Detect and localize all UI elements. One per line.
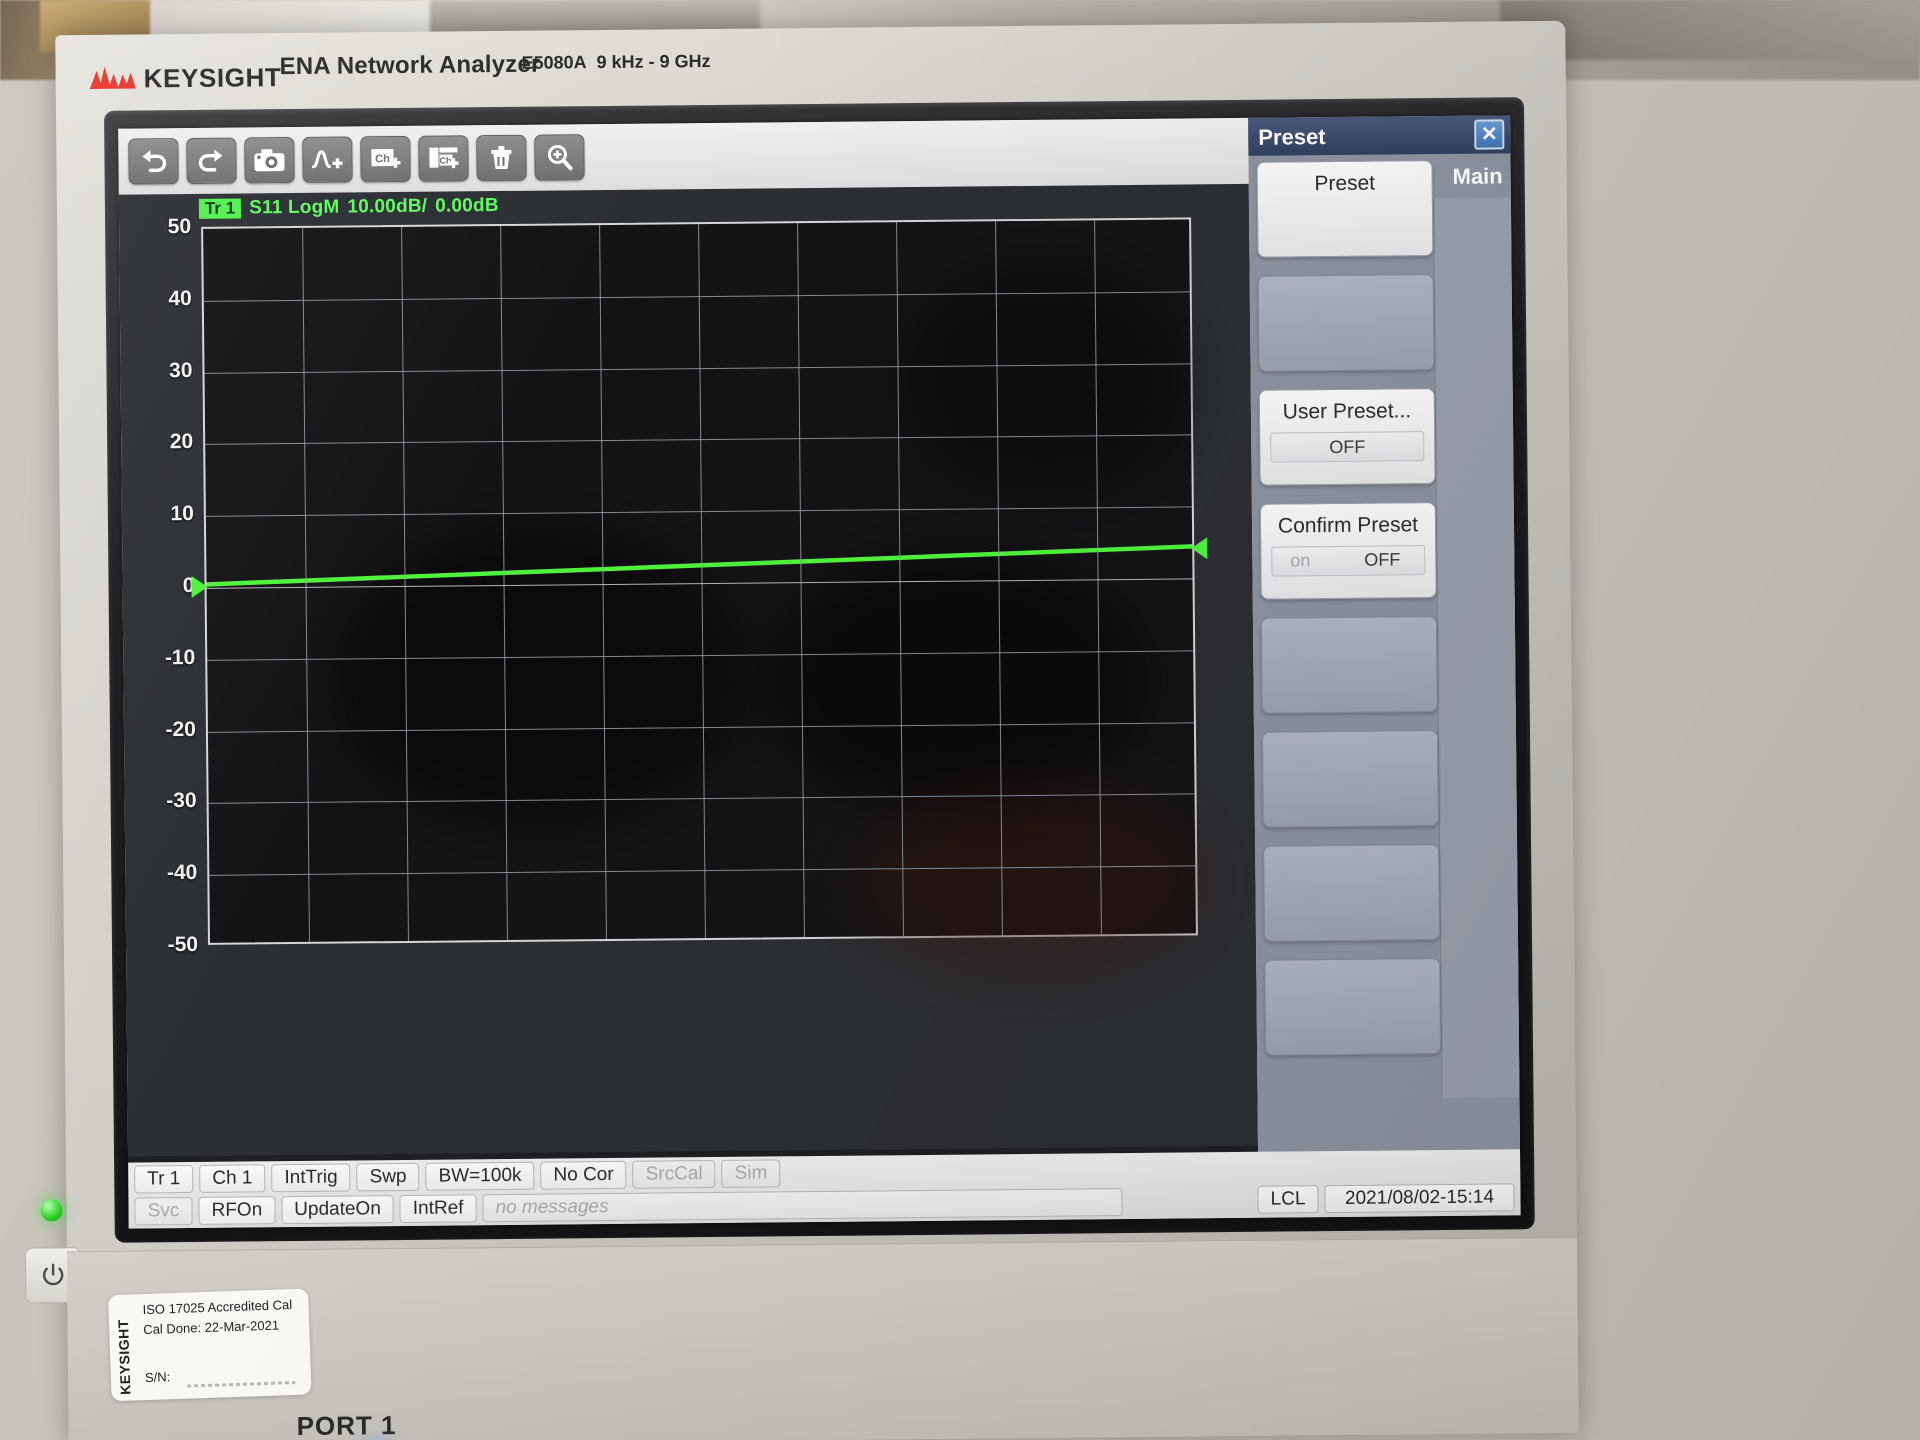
sticker-brand: KEYSIGHT: [114, 1318, 134, 1396]
status-chip-bw-100k[interactable]: BW=100k: [425, 1161, 535, 1191]
datetime-indicator[interactable]: 2021/08/02-15:14: [1324, 1183, 1515, 1214]
add-channel-button[interactable]: Ch: [360, 135, 411, 183]
softkey-label: User Preset...: [1282, 399, 1412, 424]
sticker-line-2: Cal Done: 22-Mar-2021: [143, 1317, 280, 1338]
tab-main[interactable]: Main: [1452, 163, 1502, 189]
status-chip-no-messages[interactable]: no messages: [482, 1188, 1123, 1223]
display-bezel: Ch Ch Tr 1 S11 LogM 10.00dB/ 0.00dB 50 4…: [103, 97, 1535, 1243]
softkey-empty-5[interactable]: [1261, 730, 1439, 828]
sticker-serial-blur: [187, 1380, 296, 1388]
y-tick-label: 50: [167, 214, 192, 239]
sticker-line-3: S/N:: [144, 1369, 171, 1386]
status-right-group: LCL 2021/08/02-15:14: [1257, 1183, 1515, 1214]
add-trace-button[interactable]: [302, 136, 353, 183]
redo-icon: [198, 149, 223, 172]
port-1-label: PORT 1: [296, 1410, 397, 1440]
softkey-empty-1[interactable]: [1257, 274, 1435, 372]
status-chip-swp[interactable]: Swp: [356, 1162, 420, 1192]
brand-bar: KEYSIGHT ENA Network Analyzer E5080A 9 k…: [69, 35, 1539, 101]
status-bars: Tr 1 Ch 1 IntTrig Swp BW=100k No Cor SrcCal Sim…: [128, 1149, 1521, 1229]
softkey-label: Preset: [1314, 171, 1376, 196]
trace-polyline: [206, 544, 1193, 587]
frequency-range: 9 kHz - 9 GHz: [596, 50, 711, 73]
svg-text:Ch: Ch: [375, 153, 390, 165]
preset-dialog[interactable]: Preset ✕ Main Preset User Preset... OFF Con…: [1248, 115, 1521, 1184]
status-chip-srccal[interactable]: SrcCal: [632, 1159, 716, 1189]
undo-icon: [142, 150, 167, 173]
y-tick-label: 30: [169, 358, 193, 382]
calibration-sticker: KEYSIGHT ISO 17025 Accredited Cal Cal Do…: [108, 1288, 312, 1402]
product-name: ENA Network Analyzer: [279, 50, 541, 81]
softkey-empty-6[interactable]: [1263, 844, 1441, 942]
y-tick-label: 40: [168, 286, 192, 311]
softkey-state-off: OFF: [1329, 436, 1366, 458]
y-tick-label: -10: [164, 645, 196, 670]
instrument-chassis: KEYSIGHT ENA Network Analyzer E5080A 9 k…: [24, 20, 1579, 1440]
y-tick-label: -40: [166, 861, 198, 885]
y-tick-label: -30: [166, 789, 197, 813]
camera-icon: [254, 149, 285, 172]
ref-marker-right[interactable]: [1191, 537, 1208, 560]
softkey-value[interactable]: OFF: [1270, 431, 1425, 463]
status-chip-no-cor[interactable]: No Cor: [540, 1160, 627, 1190]
trace-reference: 0.00dB: [435, 195, 499, 217]
add-trace-icon: [312, 150, 343, 169]
trace-badge: Tr 1: [198, 198, 242, 219]
ref-marker-left[interactable]: [191, 575, 208, 598]
toolbar: Ch Ch: [118, 117, 1249, 195]
delete-button[interactable]: [476, 134, 527, 182]
trash-icon: [491, 145, 512, 170]
y-tick-label: 10: [170, 502, 194, 526]
status-chip-rfon[interactable]: RFOn: [198, 1196, 276, 1225]
softkey-preset[interactable]: Preset: [1256, 160, 1434, 258]
lcd-screen[interactable]: Ch Ch Tr 1 S11 LogM 10.00dB/ 0.00dB 50 4…: [118, 115, 1521, 1229]
trace-scale: 10.00dB/: [347, 195, 428, 218]
tab-column: [1432, 197, 1520, 1099]
y-tick-label: -50: [167, 932, 199, 957]
status-chip-svc[interactable]: Svc: [134, 1197, 193, 1226]
redo-button[interactable]: [186, 137, 237, 185]
softkey-empty-7[interactable]: [1264, 958, 1442, 1056]
softkey-user-preset[interactable]: User Preset... OFF: [1258, 388, 1436, 486]
undo-button[interactable]: [128, 138, 179, 185]
preset-title-text: Preset: [1258, 124, 1326, 150]
status-chip-inttrig[interactable]: IntTrig: [271, 1163, 351, 1193]
model-number: E5080A: [521, 52, 587, 73]
zoom-button[interactable]: [534, 134, 585, 181]
softkey-state-off[interactable]: OFF: [1364, 549, 1400, 570]
status-chip-tr-1[interactable]: Tr 1: [134, 1165, 194, 1194]
preset-title-bar: Preset ✕: [1248, 115, 1511, 156]
softkey-onoff[interactable]: on OFF: [1271, 545, 1426, 577]
status-chip-updateon[interactable]: UpdateOn: [281, 1195, 394, 1225]
status-chip-intref[interactable]: IntRef: [399, 1194, 477, 1224]
close-icon[interactable]: ✕: [1474, 119, 1505, 150]
add-window-button[interactable]: Ch: [418, 135, 469, 182]
plot-grid[interactable]: [191, 217, 1211, 983]
photo-background: KEYSIGHT ENA Network Analyzer E5080A 9 k…: [0, 0, 1920, 1440]
keysight-logo-icon: [89, 66, 136, 89]
status-row-1: Tr 1 Ch 1 IntTrig Swp BW=100k No Cor SrcCal Sim: [134, 1158, 781, 1194]
softkey-state-on[interactable]: on: [1290, 550, 1310, 571]
status-chip-sim[interactable]: Sim: [721, 1159, 781, 1188]
lcl-indicator[interactable]: LCL: [1257, 1185, 1319, 1214]
softkey-label: Confirm Preset: [1277, 513, 1419, 538]
add-channel-icon: Ch: [371, 149, 401, 168]
trace-format: S11 LogM: [249, 196, 340, 219]
softkey-confirm-preset[interactable]: Confirm Preset on OFF: [1259, 502, 1437, 600]
power-icon: [42, 1263, 64, 1286]
trace-status-line[interactable]: Tr 1 S11 LogM 10.00dB/ 0.00dB: [198, 195, 499, 220]
sticker-line-1: ISO 17025 Accredited Cal: [142, 1297, 293, 1318]
y-tick-label: -20: [165, 717, 197, 741]
graph-area[interactable]: Tr 1 S11 LogM 10.00dB/ 0.00dB 50 40 30 20 10…: [118, 183, 1259, 1195]
zoom-icon: [547, 144, 573, 171]
brand-name: KEYSIGHT: [143, 62, 282, 94]
power-led: [40, 1199, 63, 1222]
softkey-empty-4[interactable]: [1260, 616, 1438, 714]
y-tick-label: 20: [169, 430, 194, 454]
capture-screen-button[interactable]: [244, 136, 295, 184]
status-chip-ch-1[interactable]: Ch 1: [199, 1164, 266, 1193]
add-window-icon: Ch: [429, 147, 459, 169]
